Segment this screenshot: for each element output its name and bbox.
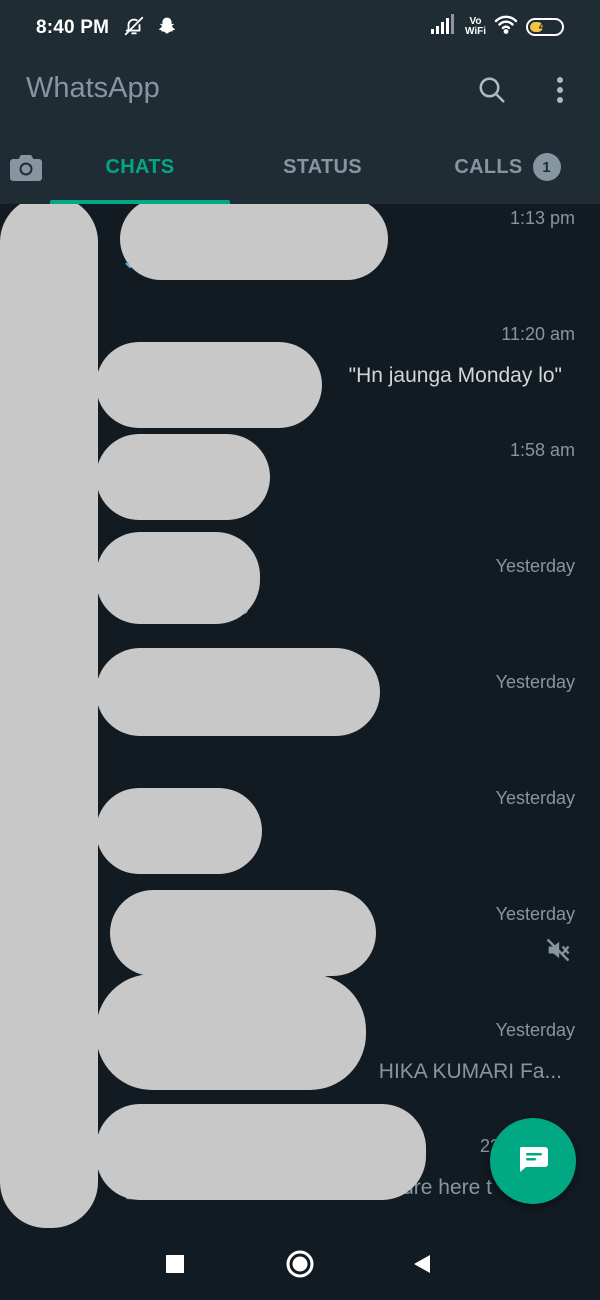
vowifi-bottom-label: WiFi [464, 25, 486, 37]
tab-status[interactable]: STATUS [230, 130, 415, 204]
chat-time: 11:20 am [501, 324, 575, 344]
chat-time: Yesterday [495, 904, 575, 924]
redaction-mark [96, 1104, 426, 1200]
status-system-icons: Vo WiFi 45 [430, 14, 564, 39]
muted-icon [544, 936, 572, 964]
system-nav-bar [0, 1228, 600, 1300]
chat-preview: HIKA KUMARI Fa... [378, 1060, 562, 1083]
chat-time: 1:13 pm [509, 208, 575, 228]
app-bar: WhatsApp [0, 56, 600, 130]
redaction-mark [110, 890, 376, 976]
tab-bar: CHATS STATUS CALLS 1 [0, 130, 600, 204]
tab-calls[interactable]: CALLS 1 [415, 130, 600, 204]
tab-chats[interactable]: CHATS [50, 130, 230, 204]
redaction-mark [96, 974, 366, 1090]
new-chat-button[interactable] [490, 1118, 576, 1204]
status-notification-icons [123, 15, 177, 42]
square-icon[interactable] [157, 1246, 193, 1282]
triangle-back-icon[interactable] [404, 1246, 440, 1282]
redaction-mark [96, 532, 260, 624]
more-vertical-icon[interactable] [540, 70, 580, 110]
battery-icon: 45 [526, 17, 564, 36]
tab-status-label: STATUS [283, 155, 362, 178]
search-icon[interactable] [472, 70, 512, 110]
app-title: WhatsApp [26, 72, 160, 104]
chat-time: Yesterday [495, 556, 575, 576]
status-bar: 8:40 PM Vo WiFi 45 [0, 0, 600, 56]
chat-time: Yesterday [495, 672, 575, 692]
chat-list: 1:13 pm 11:20 am "Hn jaunga Monday lo" 1… [0, 204, 600, 1228]
vowifi-indicator: Vo WiFi [464, 16, 486, 37]
redaction-mark [96, 788, 262, 874]
redaction-mark [96, 434, 270, 520]
circle-icon[interactable] [282, 1246, 318, 1282]
chat-time: 1:58 am [509, 440, 575, 460]
redaction-mark [96, 342, 322, 428]
bell-off-icon [123, 15, 145, 42]
snapchat-icon [157, 16, 177, 41]
redaction-mark [0, 204, 98, 1228]
tab-calls-label: CALLS [454, 155, 523, 178]
chat-time: Yesterday [495, 1020, 575, 1040]
chat-time: Yesterday [495, 788, 575, 808]
battery-level: 45 [538, 20, 552, 33]
calls-badge: 1 [532, 153, 561, 181]
redaction-mark [96, 648, 380, 736]
chat-preview: "Hn jaunga Monday lo" [348, 364, 562, 387]
new-chat-icon [516, 1144, 550, 1179]
status-time: 8:40 PM [36, 17, 110, 38]
app-actions [472, 70, 580, 110]
signal-icon [430, 14, 457, 39]
tab-chats-label: CHATS [105, 155, 175, 178]
wifi-icon [494, 14, 518, 39]
redaction-mark [120, 204, 388, 280]
camera-icon[interactable] [6, 147, 46, 187]
